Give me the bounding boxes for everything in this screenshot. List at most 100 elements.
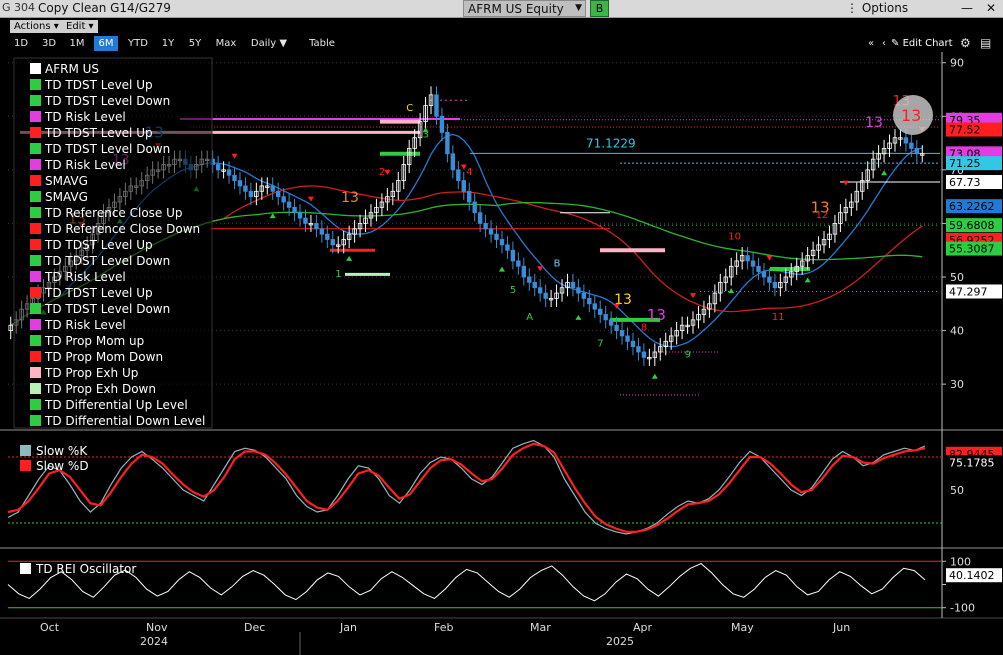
td-setup-count: 1 [335, 269, 341, 280]
nav-fwd-icon[interactable]: ‹ [882, 36, 886, 51]
td-letter-label: A [526, 312, 533, 323]
legend-swatch [30, 415, 41, 426]
candle-body [625, 335, 630, 342]
rei-tick-label: 100 [950, 555, 971, 568]
month-label: Apr [633, 621, 653, 634]
month-label: Oct [40, 621, 60, 634]
layout-icon[interactable]: ▤ [980, 36, 991, 51]
stoch-tick-label: 50 [950, 484, 964, 497]
ticker-field[interactable]: AFRM US Equity ▼ [463, 0, 586, 17]
candle-body [745, 255, 750, 262]
price-tick-label: 50 [950, 271, 964, 284]
candle-body [232, 174, 237, 181]
candle-body [461, 180, 466, 192]
range-max[interactable]: Max [212, 36, 240, 51]
candle-body [439, 115, 445, 133]
candle-body [543, 292, 548, 299]
legend-label: TD Reference Close Up [44, 206, 183, 220]
chart-window: G 304 Copy Clean G14/G279 AFRM US Equity… [0, 0, 1003, 655]
candle-body [532, 281, 537, 289]
td-arrow-icon [575, 314, 582, 320]
range-ytd[interactable]: YTD [124, 36, 152, 51]
range-5y[interactable]: 5Y [184, 36, 206, 51]
title-bar: G 304 Copy Clean G14/G279 AFRM US Equity… [0, 0, 1003, 18]
price-value-label: 47.297 [949, 285, 988, 298]
legend-swatch [30, 367, 41, 378]
price-tick-label: 30 [950, 378, 964, 391]
legend-label: TD Prop Exh Down [44, 382, 156, 396]
candle-body [756, 265, 761, 273]
td-count-13: 13 [647, 306, 666, 324]
candle-body [215, 164, 221, 171]
range-1y[interactable]: 1Y [158, 36, 178, 51]
legend-label: TD Prop Mom up [44, 334, 144, 348]
candle-body [472, 201, 477, 214]
candle-body [445, 131, 450, 155]
stoch-legend-swatch [20, 460, 31, 471]
candle-body [603, 314, 608, 321]
range-6m[interactable]: 6M [94, 36, 118, 51]
candle-body [505, 244, 510, 251]
candle-body [319, 228, 325, 235]
stoch-legend-swatch [20, 445, 31, 456]
minimize-button[interactable]: — [958, 0, 976, 17]
price-level-label: 71.1229 [586, 136, 636, 150]
legend-label: TD TDST Level Down [44, 302, 170, 316]
candle-body [248, 190, 254, 198]
candle-body [527, 276, 532, 283]
candle-body [772, 281, 778, 289]
price-value-label: 67.73 [949, 176, 981, 189]
td-count-13: 13 [341, 190, 359, 206]
legend-swatch [30, 175, 41, 186]
candle-body [450, 153, 456, 171]
candle-body [467, 190, 472, 203]
close-button[interactable]: ✕ [982, 0, 1000, 17]
month-label: Dec [244, 621, 265, 634]
legend-label: TD TDST Level Up [44, 78, 153, 92]
candle-body [516, 260, 521, 267]
candle-body [641, 351, 647, 358]
candle-body [243, 185, 248, 192]
edit-chart-button[interactable]: ✎ Edit Chart [891, 36, 953, 51]
nav-back-icon[interactable]: « [868, 36, 874, 51]
range-1d[interactable]: 1D [11, 36, 31, 51]
td-arrow-icon [728, 288, 735, 294]
candle-body [750, 260, 756, 267]
legend-swatch [30, 319, 41, 330]
range-1m[interactable]: 1M [66, 36, 88, 51]
legend-swatch [30, 79, 41, 90]
legend-swatch [30, 399, 41, 410]
legend-label: TD TDST Level Up [44, 238, 153, 252]
candle-body [521, 265, 527, 278]
legend-swatch [30, 207, 41, 218]
price-tick-label: 40 [950, 325, 964, 338]
legend-label: SMAVG [45, 174, 88, 188]
candle-body [488, 228, 494, 235]
ticker-dropdown-icon[interactable]: ▼ [575, 3, 582, 13]
stochastic-panel: Slow %KSlow %D [7, 439, 942, 535]
ticker-value: AFRM US Equity [468, 2, 564, 16]
edit-menu[interactable]: Edit ▾ [62, 20, 98, 33]
month-label: Mar [530, 621, 551, 634]
actions-menu[interactable]: Actions ▾ [10, 20, 63, 33]
month-label: Nov [146, 621, 168, 634]
candle-body [303, 217, 308, 224]
range-toolbar: 1D 3D 1M 6M YTD 1Y 5Y Max Daily ▼ Table … [0, 34, 1003, 52]
price-chart[interactable]: 71.1229131313131313131313123456789101112… [0, 52, 1003, 655]
candle-body [330, 239, 335, 246]
candle-body [537, 287, 543, 294]
legend-label: SMAVG [45, 190, 88, 204]
month-label: Feb [434, 621, 453, 634]
gear-icon[interactable]: ⚙ [960, 36, 971, 51]
td-arrow-icon [498, 266, 505, 272]
frequency-dropdown[interactable]: Daily ▼ [246, 36, 292, 51]
candle-body [292, 206, 297, 214]
table-button[interactable]: Table [305, 36, 339, 51]
legend-label: TD Reference Close Down [44, 222, 200, 236]
td-arrow-icon [346, 255, 353, 261]
candle-body [608, 319, 614, 326]
range-3d[interactable]: 3D [38, 36, 60, 51]
ticker-badge-button[interactable]: B [590, 0, 609, 17]
td-count-13: 13 [901, 106, 921, 125]
options-menu[interactable]: ⋮ Options [846, 1, 908, 15]
